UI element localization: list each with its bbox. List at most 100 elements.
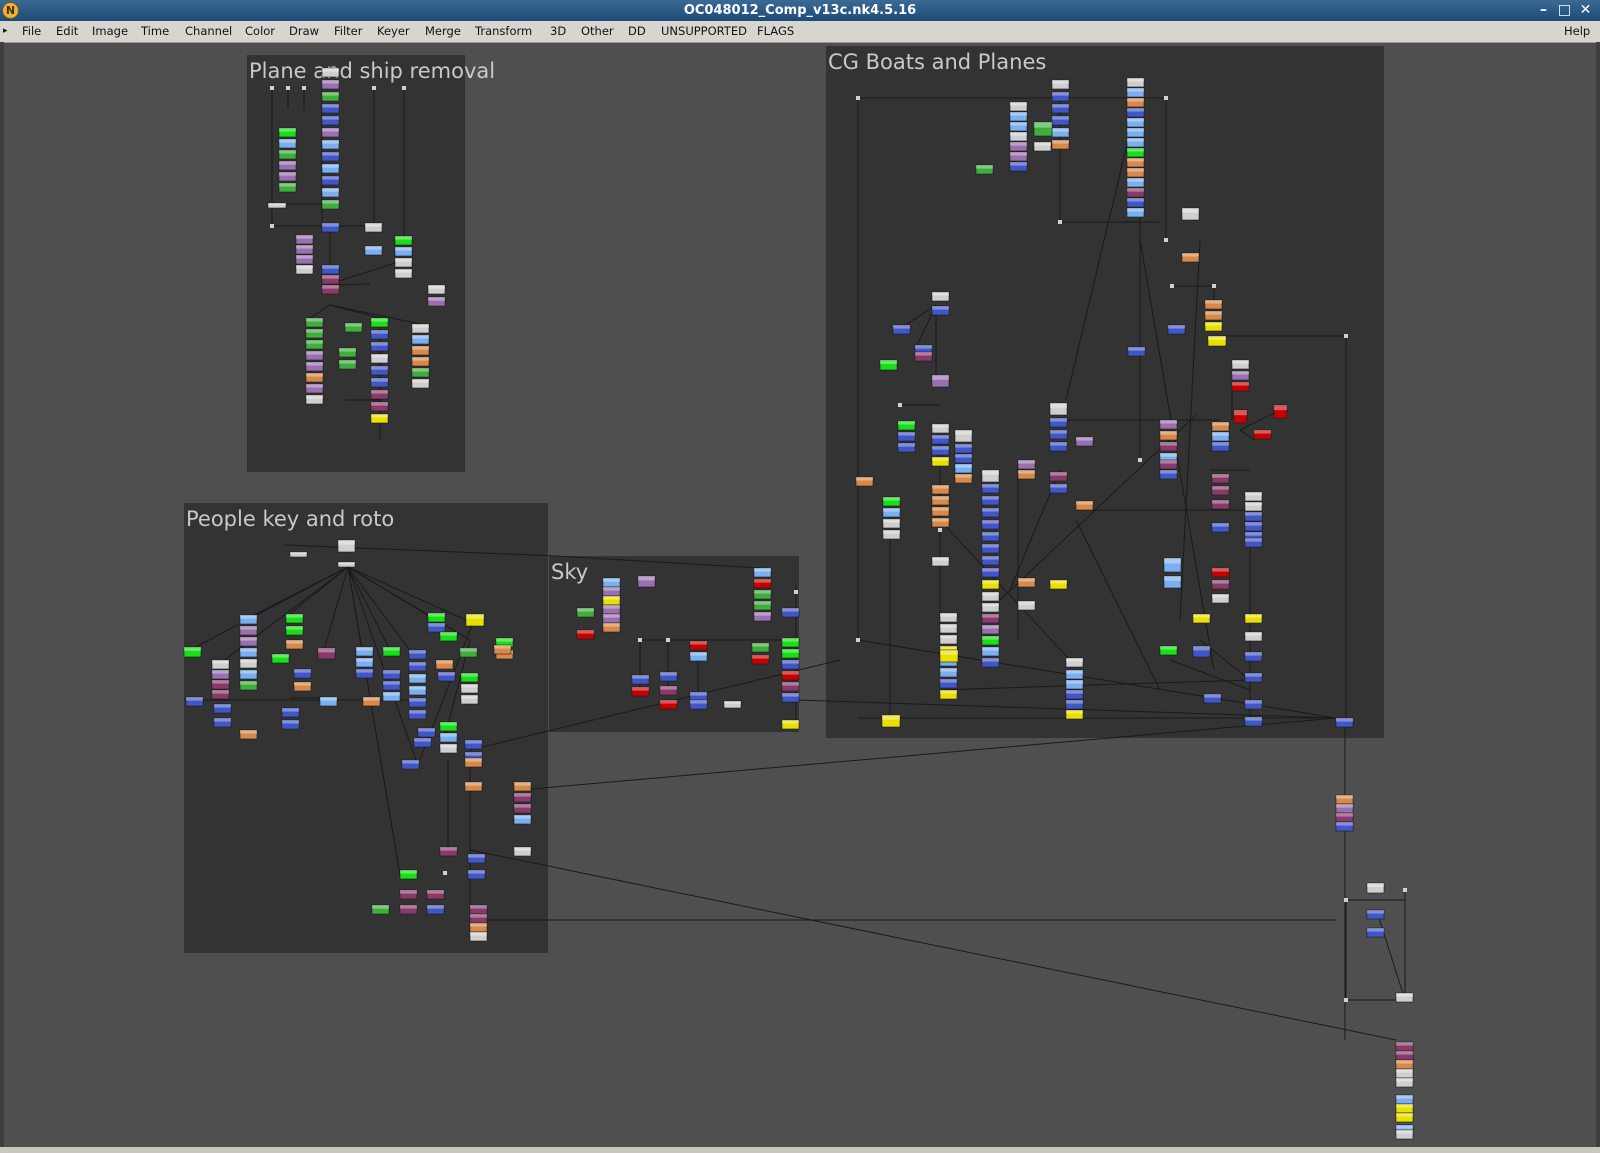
dot-node[interactable] [856,96,860,100]
graph-node[interactable] [239,636,258,647]
graph-node[interactable] [1244,491,1263,502]
backdrop[interactable] [247,55,465,472]
graph-node[interactable] [1244,521,1263,532]
graph-node[interactable] [1273,404,1288,419]
graph-node[interactable] [370,377,389,388]
graph-node[interactable] [1159,469,1178,480]
graph-node[interactable] [1126,117,1145,128]
maximize-icon[interactable]: □ [1556,2,1573,18]
minimize-icon[interactable]: – [1535,2,1552,18]
graph-node[interactable] [370,389,389,400]
graph-node[interactable] [185,696,204,707]
graph-node[interactable] [954,463,973,474]
graph-node[interactable] [1009,131,1028,142]
graph-node[interactable] [465,613,485,627]
dot-node[interactable] [402,86,406,90]
graph-node[interactable] [1009,101,1028,112]
graph-node[interactable] [1244,537,1263,548]
graph-node[interactable] [897,420,916,431]
graph-node[interactable] [278,138,297,149]
graph-node[interactable] [338,347,357,358]
graph-node[interactable] [1159,419,1178,430]
graph-node[interactable] [399,889,418,900]
graph-node[interactable] [897,431,916,442]
graph-node[interactable] [1049,429,1068,440]
menu-other[interactable]: Other [581,21,614,42]
graph-node[interactable] [427,622,446,633]
graph-node[interactable] [981,624,1000,635]
graph-node[interactable] [882,507,901,518]
graph-node[interactable] [1126,207,1145,218]
graph-node[interactable] [931,291,950,302]
graph-node[interactable] [321,151,340,162]
graph-node[interactable] [1049,402,1068,416]
graph-node[interactable] [362,696,381,707]
graph-node[interactable] [1065,669,1084,680]
graph-node[interactable] [1126,187,1145,198]
graph-node[interactable] [939,649,959,663]
dot-node[interactable] [1344,334,1348,338]
graph-node[interactable] [576,629,595,640]
menu-draw[interactable]: Draw [289,21,319,42]
graph-node[interactable] [882,529,901,540]
graph-node[interactable] [469,904,488,915]
graph-node[interactable] [1244,613,1263,624]
graph-node[interactable] [576,607,595,618]
graph-node[interactable] [321,127,340,138]
graph-node[interactable] [781,681,800,692]
graph-node[interactable] [464,739,483,750]
graph-node[interactable] [1211,593,1230,604]
graph-node[interactable] [954,453,973,464]
graph-node[interactable] [931,556,950,567]
graph-node[interactable] [411,378,430,389]
dot-node[interactable] [1403,888,1407,892]
graph-node[interactable] [211,669,230,680]
graph-node[interactable] [689,699,708,710]
graph-node[interactable] [1335,717,1354,728]
graph-node[interactable] [305,394,324,405]
graph-node[interactable] [293,668,312,679]
graph-node[interactable] [1075,500,1094,511]
graph-node[interactable] [370,353,389,364]
graph-node[interactable] [981,483,1000,494]
graph-node[interactable] [1065,657,1084,668]
graph-node[interactable] [1244,699,1263,710]
graph-node[interactable] [1233,409,1248,424]
graph-node[interactable] [382,680,401,691]
graph-node[interactable] [427,296,446,307]
graph-node[interactable] [897,442,916,453]
graph-node[interactable] [1126,147,1145,158]
graph-node[interactable] [1049,579,1068,590]
graph-node[interactable] [781,659,800,670]
graph-node[interactable] [954,473,973,484]
graph-node[interactable] [981,567,1000,578]
menu-channel[interactable]: Channel [185,21,232,42]
graph-node[interactable] [1395,1041,1414,1052]
graph-node[interactable] [364,222,383,233]
graph-node[interactable] [931,495,950,506]
graph-node[interactable] [1049,441,1068,452]
menu-color[interactable]: Color [245,21,275,42]
graph-node[interactable] [1395,992,1414,1003]
graph-node[interactable] [321,284,340,295]
graph-node[interactable] [239,729,258,740]
graph-node[interactable] [689,691,708,702]
graph-node[interactable] [321,187,340,198]
dot-node[interactable] [302,86,306,90]
graph-node[interactable] [370,341,389,352]
graph-node[interactable] [370,413,389,424]
graph-node[interactable] [439,721,458,732]
graph-node[interactable] [321,163,340,174]
graph-node[interactable] [321,222,340,233]
graph-node[interactable] [931,517,950,528]
dot-node[interactable] [856,638,860,642]
graph-node[interactable] [781,648,800,659]
graph-node[interactable] [753,589,772,600]
graph-node[interactable] [1211,421,1230,432]
graph-node[interactable] [939,634,958,645]
graph-node[interactable] [278,149,297,160]
graph-node[interactable] [460,672,479,683]
graph-node[interactable] [439,846,458,857]
graph-node[interactable] [1126,97,1145,108]
graph-node[interactable] [1033,141,1052,152]
